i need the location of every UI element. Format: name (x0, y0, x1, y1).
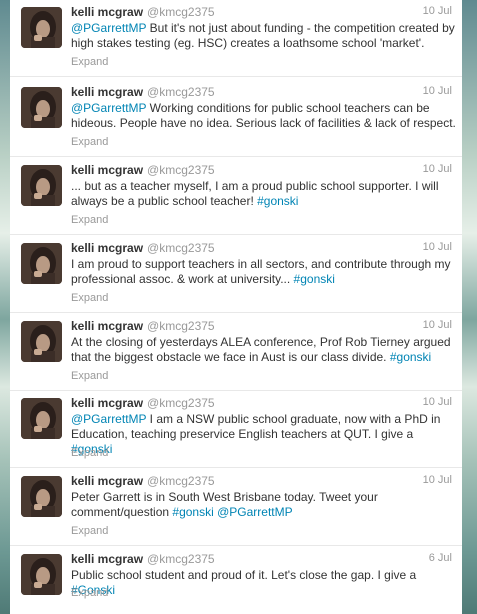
tweet-header: kelli mcgraw @kmcg2375 6 Jul (71, 552, 452, 568)
tweet-header: kelli mcgraw @kmcg2375 10 Jul (71, 5, 452, 21)
expand-link[interactable]: Expand (71, 370, 108, 382)
tweet-header: kelli mcgraw @kmcg2375 10 Jul (71, 241, 452, 257)
tweet-header: kelli mcgraw @kmcg2375 10 Jul (71, 474, 452, 490)
tweet-item[interactable]: kelli mcgraw @kmcg2375 10 Jul I am proud to… (10, 236, 462, 313)
tweet-text: @PGarrettMP I am a NSW public school gra… (71, 412, 456, 457)
user-handle[interactable]: @kmcg2375 (147, 319, 215, 333)
user-handle[interactable]: @kmcg2375 (147, 241, 215, 255)
tweet-header: kelli mcgraw @kmcg2375 10 Jul (71, 396, 452, 412)
user-handle[interactable]: @kmcg2375 (147, 552, 215, 566)
tweet-item[interactable]: kelli mcgraw @kmcg2375 10 Jul @PGarrettMP W… (10, 80, 462, 157)
avatar[interactable] (21, 7, 62, 48)
user-name[interactable]: kelli mcgraw (71, 319, 143, 333)
tweet-item[interactable]: kelli mcgraw @kmcg2375 10 Jul At the closin… (10, 314, 462, 391)
user-handle[interactable]: @kmcg2375 (147, 85, 215, 99)
avatar[interactable] (21, 554, 62, 595)
user-handle[interactable]: @kmcg2375 (147, 5, 215, 19)
tweet-text-segment: ... but as a teacher myself, I am a prou… (71, 179, 439, 208)
tweet-text: @PGarrettMP But it's not just about fund… (71, 21, 456, 51)
tweet-date[interactable]: 6 Jul (429, 552, 452, 564)
hashtag-link[interactable]: #gonski (172, 505, 213, 519)
user-handle[interactable]: @kmcg2375 (147, 474, 215, 488)
tweet-date[interactable]: 10 Jul (423, 163, 452, 175)
tweet-item[interactable]: kelli mcgraw @kmcg2375 10 Jul @PGarrettMP B… (10, 0, 462, 77)
tweet-timeline: kelli mcgraw @kmcg2375 10 Jul @PGarrettMP B… (10, 0, 462, 614)
mention-link[interactable]: @PGarrettMP (71, 101, 146, 115)
tweet-date[interactable]: 10 Jul (423, 85, 452, 97)
tweet-text: At the closing of yesterdays ALEA confer… (71, 335, 456, 365)
mention-link[interactable]: @PGarrettMP (71, 412, 146, 426)
tweet-item[interactable]: kelli mcgraw @kmcg2375 10 Jul ... but as a … (10, 158, 462, 235)
user-name[interactable]: kelli mcgraw (71, 474, 143, 488)
hashtag-link[interactable]: #gonski (390, 350, 431, 364)
tweet-header: kelli mcgraw @kmcg2375 10 Jul (71, 163, 452, 179)
tweet-date[interactable]: 10 Jul (423, 5, 452, 17)
hashtag-link[interactable]: #gonski (294, 272, 335, 286)
tweet-header: kelli mcgraw @kmcg2375 10 Jul (71, 319, 452, 335)
expand-link[interactable]: Expand (71, 587, 108, 599)
tweet-date[interactable]: 10 Jul (423, 241, 452, 253)
tweet-date[interactable]: 10 Jul (423, 474, 452, 486)
user-name[interactable]: kelli mcgraw (71, 163, 143, 177)
avatar[interactable] (21, 398, 62, 439)
tweet-text: I am proud to support teachers in all se… (71, 257, 456, 287)
tweet-date[interactable]: 10 Jul (423, 319, 452, 331)
expand-link[interactable]: Expand (71, 56, 108, 68)
avatar[interactable] (21, 165, 62, 206)
expand-link[interactable]: Expand (71, 447, 108, 459)
user-handle[interactable]: @kmcg2375 (147, 163, 215, 177)
user-handle[interactable]: @kmcg2375 (147, 396, 215, 410)
tweet-date[interactable]: 10 Jul (423, 396, 452, 408)
expand-link[interactable]: Expand (71, 525, 108, 537)
tweet-item[interactable]: kelli mcgraw @kmcg2375 10 Jul @PGarrettMP I… (10, 391, 462, 468)
expand-link[interactable]: Expand (71, 292, 108, 304)
avatar[interactable] (21, 87, 62, 128)
avatar[interactable] (21, 243, 62, 284)
hashtag-link[interactable]: #gonski (257, 194, 298, 208)
tweet-text: Public school student and proud of it. L… (71, 568, 456, 598)
background-right-strip (462, 0, 477, 614)
tweet-text-segment: I am proud to support teachers in all se… (71, 257, 451, 286)
tweet-text: ... but as a teacher myself, I am a prou… (71, 179, 456, 209)
expand-link[interactable]: Expand (71, 214, 108, 226)
avatar[interactable] (21, 321, 62, 362)
background-left-strip (0, 0, 10, 614)
tweet-item[interactable]: kelli mcgraw @kmcg2375 10 Jul Peter Garrett… (10, 469, 462, 546)
tweet-text: @PGarrettMP Working conditions for publi… (71, 101, 456, 131)
tweet-text-segment: Public school student and proud of it. L… (71, 568, 417, 582)
mention-link[interactable]: @PGarrettMP (217, 505, 293, 519)
avatar[interactable] (21, 476, 62, 517)
user-name[interactable]: kelli mcgraw (71, 5, 143, 19)
tweet-header: kelli mcgraw @kmcg2375 10 Jul (71, 85, 452, 101)
expand-link[interactable]: Expand (71, 136, 108, 148)
user-name[interactable]: kelli mcgraw (71, 85, 143, 99)
user-name[interactable]: kelli mcgraw (71, 241, 143, 255)
mention-link[interactable]: @PGarrettMP (71, 21, 146, 35)
user-name[interactable]: kelli mcgraw (71, 552, 143, 566)
tweet-text: Peter Garrett is in South West Brisbane … (71, 490, 456, 520)
user-name[interactable]: kelli mcgraw (71, 396, 143, 410)
tweet-item[interactable]: kelli mcgraw @kmcg2375 6 Jul Public school … (10, 547, 462, 614)
